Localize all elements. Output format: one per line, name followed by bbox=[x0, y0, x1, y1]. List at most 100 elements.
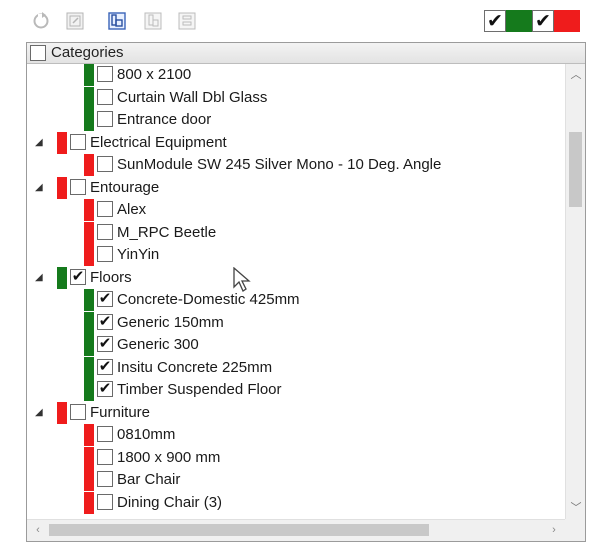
status-color-bar bbox=[84, 334, 94, 356]
vertical-scrollbar[interactable]: ︿ ﹀ bbox=[565, 64, 585, 519]
scroll-right-icon[interactable]: › bbox=[545, 520, 563, 540]
tree-checkbox[interactable] bbox=[97, 111, 113, 127]
tree-row-label: SunModule SW 245 Silver Mono - 10 Deg. A… bbox=[117, 156, 442, 173]
tree-row-label: Insitu Concrete 225mm bbox=[117, 358, 273, 376]
legend-red-swatch bbox=[554, 10, 580, 32]
collapse-all-icon bbox=[66, 12, 84, 30]
tree-item-row[interactable]: ✔ Concrete-Domestic 425mm bbox=[27, 289, 565, 311]
status-color-bar bbox=[84, 446, 94, 469]
deselect-all-button[interactable] bbox=[176, 10, 198, 32]
refresh-button[interactable] bbox=[30, 10, 52, 32]
collapse-all-button[interactable] bbox=[64, 10, 86, 32]
tree-item-row[interactable]: ✔ Generic 300 bbox=[27, 334, 565, 356]
status-color-bar bbox=[84, 199, 94, 221]
tree-checkbox[interactable] bbox=[97, 448, 113, 465]
tree-item-row[interactable]: Bar Chair bbox=[27, 469, 565, 491]
status-color-bar bbox=[84, 469, 94, 491]
categories-checkbox[interactable] bbox=[30, 45, 46, 61]
categories-header-label: Categories bbox=[51, 44, 124, 61]
expand-arrow-icon[interactable]: ◢ bbox=[35, 182, 45, 193]
status-color-bar bbox=[84, 244, 94, 266]
select-all-icon bbox=[144, 12, 162, 30]
legend-red-checkbox[interactable]: ✔ bbox=[532, 10, 554, 32]
tree-header: Categories bbox=[27, 43, 585, 64]
status-color-bar bbox=[84, 86, 94, 109]
tree-checkbox[interactable] bbox=[97, 471, 113, 487]
scrollbar-corner bbox=[565, 519, 585, 541]
tree-row-label: Generic 300 bbox=[117, 336, 199, 353]
tree-item-row[interactable]: Entrance door bbox=[27, 109, 565, 131]
expand-arrow-icon[interactable]: ◢ bbox=[35, 407, 45, 418]
tree-row-label: Bar Chair bbox=[117, 471, 181, 488]
category-tree: 800 x 2100 Curtain Wall Dbl Glass Entrance… bbox=[27, 64, 565, 519]
status-color-bar bbox=[84, 154, 94, 176]
legend-green-checkbox[interactable]: ✔ bbox=[484, 10, 506, 32]
tree-row-label: Entourage bbox=[90, 178, 160, 196]
tree-item-row[interactable]: M_RPC Beetle bbox=[27, 221, 565, 244]
tree-item-row[interactable]: ✔ Generic 150mm bbox=[27, 311, 565, 334]
tree-checkbox[interactable] bbox=[97, 246, 113, 262]
tree-category-row[interactable]: ◢ Electrical Equipment bbox=[27, 131, 565, 154]
tree-row-label: Alex bbox=[117, 201, 147, 218]
tree-item-row[interactable]: SunModule SW 245 Silver Mono - 10 Deg. A… bbox=[27, 154, 565, 176]
status-color-bar bbox=[57, 176, 67, 199]
tree-checkbox[interactable]: ✔ bbox=[97, 358, 113, 375]
horizontal-scrollbar[interactable]: ‹ › bbox=[27, 519, 565, 541]
tree-item-row[interactable]: Dining Chair (3) bbox=[27, 491, 565, 514]
tree-item-row[interactable]: ✔ Timber Suspended Floor bbox=[27, 379, 565, 401]
tree-item-row[interactable]: 0810mm bbox=[27, 424, 565, 446]
tree-checkbox[interactable] bbox=[97, 88, 113, 105]
tree-category-row[interactable]: ◢ ✔ Floors bbox=[27, 266, 565, 289]
horizontal-scroll-thumb[interactable] bbox=[49, 524, 429, 536]
vertical-scroll-thumb[interactable] bbox=[569, 132, 582, 207]
tree-category-row[interactable]: ◢ Furniture bbox=[27, 401, 565, 424]
tree-checkbox[interactable]: ✔ bbox=[70, 268, 86, 285]
mouse-pointer-icon bbox=[233, 267, 251, 292]
tree-checkbox[interactable] bbox=[97, 201, 113, 217]
tree-item-row[interactable]: Alex bbox=[27, 199, 565, 221]
expand-arrow-icon[interactable]: ◢ bbox=[35, 272, 45, 283]
tree-checkbox[interactable] bbox=[97, 426, 113, 442]
tree-item-row[interactable]: Curtain Wall Dbl Glass bbox=[27, 86, 565, 109]
tree-checkbox[interactable]: ✔ bbox=[97, 336, 113, 352]
tree-checkbox[interactable] bbox=[70, 403, 86, 420]
tree-row-label: Floors bbox=[90, 268, 132, 286]
tree-item-row[interactable]: YinYin bbox=[27, 244, 565, 266]
tree-checkbox[interactable]: ✔ bbox=[97, 381, 113, 397]
legend-green-swatch bbox=[506, 10, 532, 32]
status-color-bar bbox=[84, 221, 94, 244]
tree-row-label: Dining Chair (3) bbox=[117, 493, 223, 511]
status-color-bar bbox=[57, 401, 67, 424]
status-color-bar bbox=[84, 491, 94, 514]
select-all-button[interactable] bbox=[142, 10, 164, 32]
tree-checkbox[interactable] bbox=[97, 156, 113, 172]
toolbar: ✔ ✔ bbox=[26, 6, 586, 36]
tree-row-label: 0810mm bbox=[117, 426, 176, 443]
tree-checkbox[interactable]: ✔ bbox=[97, 313, 113, 330]
tree-row-label: Curtain Wall Dbl Glass bbox=[117, 88, 268, 106]
category-tree-panel: Categories 800 x 2100 Curtain Wall Dbl Gl… bbox=[26, 42, 586, 542]
tree-row-label: 1800 x 900 mm bbox=[117, 448, 221, 466]
scroll-up-icon[interactable]: ︿ bbox=[566, 66, 586, 84]
tree-category-row[interactable]: ◢ Entourage bbox=[27, 176, 565, 199]
status-color-bar bbox=[57, 266, 67, 289]
tree-checkbox[interactable] bbox=[70, 133, 86, 150]
status-color-bar bbox=[84, 64, 94, 86]
scroll-down-icon[interactable]: ﹀ bbox=[566, 499, 586, 517]
tree-row-label: YinYin bbox=[117, 246, 160, 263]
status-color-bar bbox=[84, 109, 94, 131]
scroll-left-icon[interactable]: ‹ bbox=[29, 520, 47, 540]
expand-all-button[interactable] bbox=[106, 10, 128, 32]
tree-item-row[interactable]: 800 x 2100 bbox=[27, 64, 565, 86]
tree-checkbox[interactable]: ✔ bbox=[97, 291, 113, 307]
tree-checkbox[interactable] bbox=[97, 66, 113, 82]
status-color-bar bbox=[84, 289, 94, 311]
tree-row-label: Furniture bbox=[90, 403, 151, 421]
tree-item-row[interactable]: ✔ Insitu Concrete 225mm bbox=[27, 356, 565, 379]
tree-item-row[interactable]: 1800 x 900 mm bbox=[27, 446, 565, 469]
tree-checkbox[interactable] bbox=[97, 223, 113, 240]
expand-arrow-icon[interactable]: ◢ bbox=[35, 137, 45, 148]
tree-checkbox[interactable] bbox=[97, 493, 113, 510]
tree-checkbox[interactable] bbox=[70, 178, 86, 195]
tree-row-label: Concrete-Domestic 425mm bbox=[117, 291, 300, 308]
